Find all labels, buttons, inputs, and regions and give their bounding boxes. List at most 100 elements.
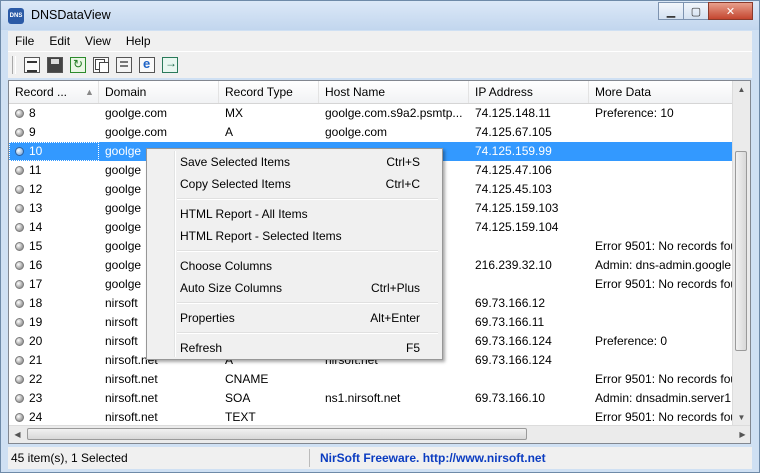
- horizontal-scrollbar[interactable]: ◀ ▶: [9, 425, 750, 443]
- toolbar: [8, 51, 752, 78]
- minimize-icon: ▁: [666, 5, 676, 18]
- context-menu-shortcut: Ctrl+Plus: [370, 281, 420, 295]
- column-more-data[interactable]: More Data: [589, 81, 736, 103]
- scroll-right-icon[interactable]: ▶: [734, 426, 750, 443]
- more-data-cell: [589, 180, 736, 199]
- minimize-button[interactable]: ▁: [658, 2, 684, 20]
- scroll-left-icon[interactable]: ◀: [9, 426, 26, 443]
- context-menu-item[interactable]: Refresh F5: [149, 337, 440, 359]
- record-cell: 11: [9, 161, 99, 180]
- context-menu-item[interactable]: HTML Report - Selected Items: [149, 225, 440, 247]
- record-cell: 21: [9, 351, 99, 370]
- record-type-cell: CNAME: [225, 372, 269, 386]
- column-domain[interactable]: Domain: [99, 81, 219, 103]
- column-record[interactable]: Record ... ▲: [9, 81, 99, 103]
- nirsoft-link[interactable]: NirSoft Freeware. http://www.nirsoft.net: [310, 451, 546, 465]
- record-status-icon: [15, 375, 24, 384]
- record-status-icon: [15, 204, 24, 213]
- ip-address-cell: [469, 370, 589, 389]
- more-data-cell: Admin: dnsadmin.server1.n: [595, 391, 736, 405]
- record-cell: 13: [9, 199, 99, 218]
- scroll-up-icon[interactable]: ▲: [733, 81, 750, 98]
- record-cell: 9: [9, 123, 99, 142]
- column-host-name[interactable]: Host Name: [319, 81, 469, 103]
- context-menu-label: HTML Report - All Items: [180, 207, 308, 221]
- vertical-scrollbar[interactable]: ▲ ▼: [732, 81, 750, 426]
- context-menu-item[interactable]: Properties Alt+Enter: [149, 307, 440, 329]
- column-header: Record ... ▲ Domain Record Type Host Name…: [9, 81, 736, 104]
- window-title: DNSDataView: [31, 8, 111, 22]
- main-window: DNS DNSDataView ▁ ▢ ✕ File Edit View Hel…: [0, 0, 760, 473]
- status-bar: 45 item(s), 1 Selected NirSoft Freeware.…: [8, 447, 752, 469]
- menu-edit[interactable]: Edit: [42, 34, 78, 48]
- save-icon[interactable]: [47, 57, 63, 73]
- record-status-icon: [15, 261, 24, 270]
- more-data-cell: Preference: 0: [595, 334, 668, 348]
- record-cell: 22: [9, 370, 99, 389]
- context-menu-label: Save Selected Items: [180, 155, 291, 169]
- context-menu-label: Auto Size Columns: [180, 281, 283, 295]
- record-status-icon: [15, 413, 24, 422]
- record-number: 10: [29, 144, 43, 158]
- table-row[interactable]: 22 nirsoft.net CNAME Error 9501: No records…: [9, 370, 736, 389]
- maximize-button[interactable]: ▢: [683, 2, 709, 20]
- ip-address-cell: [469, 275, 589, 294]
- menu-file[interactable]: File: [8, 34, 42, 48]
- menu-separator: [177, 302, 438, 304]
- properties-icon[interactable]: [116, 57, 132, 73]
- record-status-icon: [15, 394, 24, 403]
- more-data-cell: [589, 199, 736, 218]
- record-status-icon: [15, 128, 24, 137]
- record-number: 19: [29, 315, 43, 329]
- vertical-scroll-thumb[interactable]: [735, 151, 747, 351]
- menu-separator: [177, 250, 438, 252]
- scroll-down-icon[interactable]: ▼: [733, 409, 750, 426]
- context-menu-item[interactable]: Copy Selected Items Ctrl+C: [149, 173, 440, 195]
- context-menu-item[interactable]: Choose Columns: [149, 255, 440, 277]
- maximize-icon: ▢: [690, 5, 702, 18]
- horizontal-scroll-thumb[interactable]: [27, 428, 527, 440]
- record-cell: 14: [9, 218, 99, 237]
- ip-address-cell: 74.125.159.99: [475, 144, 552, 158]
- table-row[interactable]: 8 goolge.com MX goolge.com.s9a2.psmtp... 74.…: [9, 104, 736, 123]
- ip-address-cell: 74.125.47.106: [475, 163, 552, 177]
- more-data-cell: [589, 161, 736, 180]
- exit-icon[interactable]: [162, 56, 178, 73]
- context-menu-item[interactable]: HTML Report - All Items: [149, 203, 440, 225]
- record-number: 9: [29, 125, 36, 139]
- context-menu-item[interactable]: Auto Size Columns Ctrl+Plus: [149, 277, 440, 299]
- table-row[interactable]: 23 nirsoft.net SOA ns1.nirsoft.net 69.73.166…: [9, 389, 736, 408]
- record-cell: 23: [9, 389, 99, 408]
- record-status-icon: [15, 166, 24, 175]
- menu-view[interactable]: View: [78, 34, 119, 48]
- record-number: 16: [29, 258, 43, 272]
- more-data-cell: Preference: 10: [595, 106, 674, 120]
- menu-separator: [177, 332, 438, 334]
- ip-address-cell: 69.73.166.12: [475, 296, 546, 310]
- record-number: 8: [29, 106, 36, 120]
- refresh-icon[interactable]: [70, 57, 86, 73]
- menu-help[interactable]: Help: [119, 34, 159, 48]
- column-ip-address[interactable]: IP Address: [469, 81, 589, 103]
- app-icon: DNS: [8, 8, 24, 24]
- column-record-type[interactable]: Record Type: [219, 81, 319, 103]
- record-type-cell: SOA: [225, 391, 251, 405]
- context-menu: Save Selected Items Ctrl+S Copy Selected I…: [146, 148, 443, 360]
- title-bar[interactable]: DNS DNSDataView ▁ ▢ ✕: [1, 1, 759, 30]
- ip-address-cell: 74.125.159.104: [475, 220, 559, 234]
- record-type-cell: A: [225, 125, 234, 139]
- more-data-cell: [589, 294, 736, 313]
- domain-cell: goolge.com: [105, 106, 168, 120]
- more-data-cell: Admin: dns-admin.google: [595, 258, 732, 272]
- record-status-icon: [15, 318, 24, 327]
- context-menu-item[interactable]: Save Selected Items Ctrl+S: [149, 151, 440, 173]
- domain-cell: nirsoft.net: [105, 391, 158, 405]
- table-row[interactable]: 9 goolge.com Agoolge.com 74.125.67.105: [9, 123, 736, 142]
- list-icon[interactable]: [24, 57, 40, 73]
- column-record-label: Record ...: [15, 85, 68, 99]
- more-data-cell: Error 9501: No records four: [595, 372, 736, 386]
- html-report-icon[interactable]: [139, 56, 155, 73]
- close-button[interactable]: ✕: [708, 2, 753, 20]
- domain-cell: goolge.com: [105, 125, 168, 139]
- copy-icon[interactable]: [93, 57, 109, 73]
